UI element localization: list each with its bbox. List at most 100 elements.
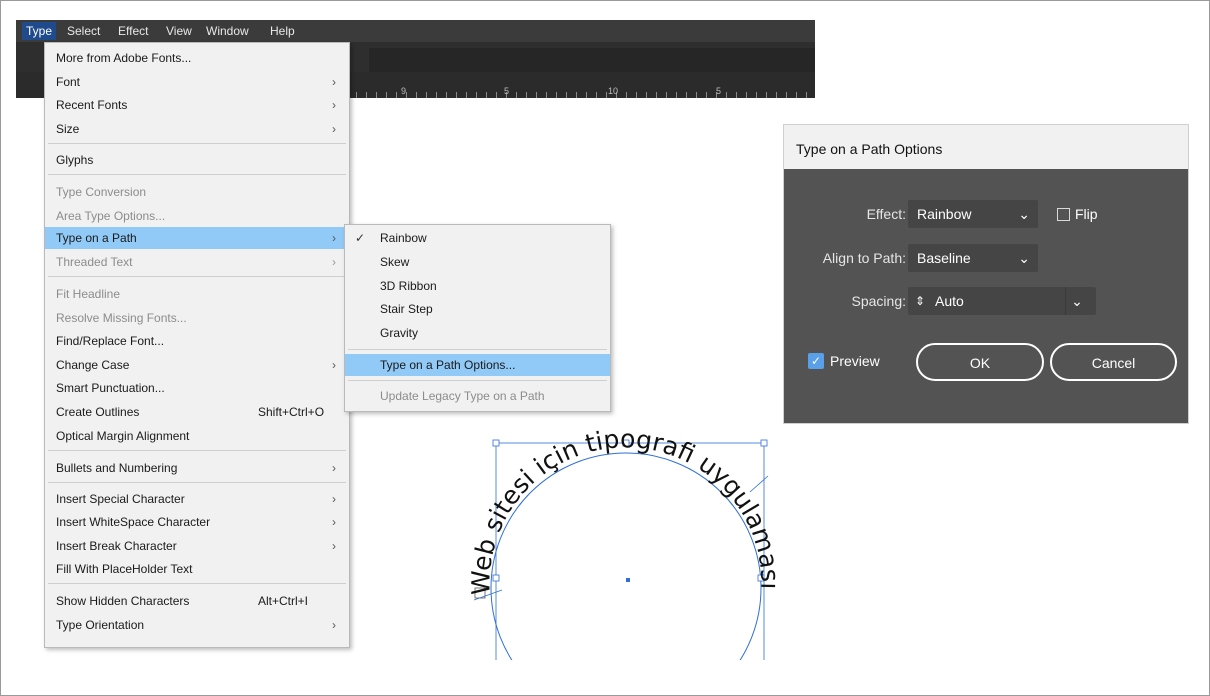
menu-view[interactable]: View	[166, 24, 192, 38]
submenu-item-label: Rainbow	[380, 231, 427, 245]
menu-item-label: Font	[56, 75, 81, 89]
menu-item-label: Smart Punctuation...	[56, 381, 165, 395]
menu-type[interactable]: Type	[22, 22, 57, 40]
menu-separator	[348, 380, 607, 381]
effect-value: Rainbow	[917, 206, 972, 222]
menu-item-size[interactable]: Size ›	[45, 118, 349, 140]
menu-item-insert-break-character[interactable]: Insert Break Character ›	[45, 535, 349, 557]
menu-separator	[348, 349, 607, 350]
spacing-value: Auto	[935, 293, 964, 309]
submenu-item-stair-step[interactable]: Stair Step	[345, 298, 610, 320]
submenu-item-gravity[interactable]: Gravity	[345, 322, 610, 344]
chevron-right-icon: ›	[332, 461, 336, 475]
menu-item-label: Size	[56, 122, 80, 136]
chevron-right-icon: ›	[332, 231, 336, 245]
stepper-icon[interactable]: ⇕	[915, 287, 925, 315]
ruler-ticks	[356, 92, 815, 98]
dialog-title: Type on a Path Options	[796, 141, 943, 157]
menu-item-recent-fonts[interactable]: Recent Fonts ›	[45, 94, 349, 116]
menu-window[interactable]: Window	[206, 24, 249, 38]
menu-item-bullets-and-numbering[interactable]: Bullets and Numbering ›	[45, 457, 349, 479]
type-on-a-path-submenu: ✓ Rainbow Skew 3D Ribbon Stair Step Gravi…	[344, 224, 611, 412]
selection-handle[interactable]	[492, 439, 500, 447]
menu-item-smart-punctuation[interactable]: Smart Punctuation...	[45, 377, 349, 399]
chevron-right-icon: ›	[332, 492, 336, 506]
menu-item-glyphs[interactable]: Glyphs	[45, 149, 349, 171]
dialog-body: Effect: Rainbow ⌄ Flip Align to Path: Ba…	[784, 169, 1188, 423]
spacing-label: Spacing:	[851, 293, 906, 309]
menu-item-type-on-a-path[interactable]: Type on a Path ›	[45, 227, 349, 249]
submenu-item-skew[interactable]: Skew	[345, 251, 610, 273]
menu-item-label: Insert Special Character	[56, 492, 185, 506]
menu-item-label: Fill With PlaceHolder Text	[56, 562, 193, 576]
chevron-right-icon: ›	[332, 122, 336, 136]
menu-item-label: Show Hidden Characters	[56, 594, 190, 608]
path-text[interactable]: Web sitesi için tipografi uygulaması	[466, 424, 784, 595]
chevron-down-icon[interactable]: ⌄	[1065, 287, 1088, 315]
menu-item-label: Fit Headline	[56, 287, 121, 301]
menu-select[interactable]: Select	[67, 24, 100, 38]
check-icon: ✓	[810, 354, 822, 368]
menu-item-label: Type Conversion	[56, 185, 147, 199]
menu-help[interactable]: Help	[270, 24, 295, 38]
submenu-item-3d-ribbon[interactable]: 3D Ribbon	[345, 275, 610, 297]
menu-item-show-hidden-characters[interactable]: Show Hidden Characters Alt+Ctrl+I	[45, 590, 349, 612]
ok-button[interactable]: OK	[916, 343, 1044, 381]
submenu-item-update-legacy-type-on-a-path: Update Legacy Type on a Path	[345, 385, 610, 407]
menu-item-resolve-missing-fonts: Resolve Missing Fonts...	[45, 307, 349, 329]
chevron-right-icon: ›	[332, 255, 336, 269]
menu-separator	[48, 450, 346, 451]
submenu-item-rainbow[interactable]: ✓ Rainbow	[345, 227, 610, 249]
menu-item-fill-with-placeholder-text[interactable]: Fill With PlaceHolder Text	[45, 558, 349, 580]
align-to-path-value: Baseline	[917, 250, 971, 266]
menu-item-font[interactable]: Font ›	[45, 71, 349, 93]
menu-item-find-replace-font[interactable]: Find/Replace Font...	[45, 330, 349, 352]
submenu-item-label: Update Legacy Type on a Path	[380, 389, 545, 403]
cancel-button[interactable]: Cancel	[1050, 343, 1177, 381]
menu-item-threaded-text: Threaded Text ›	[45, 251, 349, 273]
ruler-label: 9	[401, 86, 407, 96]
type-on-path-artwork[interactable]: Web sitesi için tipografi uygulaması	[460, 420, 800, 660]
menu-item-label: Glyphs	[56, 153, 94, 167]
type-menu: More from Adobe Fonts... Font › Recent Fo…	[44, 42, 350, 648]
ruler-label: 5	[504, 86, 510, 96]
menu-effect[interactable]: Effect	[118, 24, 148, 38]
chevron-right-icon: ›	[332, 618, 336, 632]
preview-checkbox[interactable]: ✓	[808, 353, 824, 369]
menu-item-label: Threaded Text	[56, 255, 133, 269]
document-tab[interactable]	[369, 48, 815, 72]
submenu-item-label: Gravity	[380, 326, 419, 340]
chevron-right-icon: ›	[332, 75, 336, 89]
menu-item-insert-special-character[interactable]: Insert Special Character ›	[45, 488, 349, 510]
submenu-item-label: Skew	[380, 255, 410, 269]
menu-item-change-case[interactable]: Change Case ›	[45, 354, 349, 376]
menu-separator	[48, 583, 346, 584]
spacing-combobox[interactable]: ⇕ Auto ⌄	[908, 287, 1096, 315]
menu-item-label: More from Adobe Fonts...	[56, 51, 192, 65]
menu-item-label: Find/Replace Font...	[56, 334, 165, 348]
effect-dropdown[interactable]: Rainbow ⌄	[908, 200, 1038, 228]
path-text-content: Web sitesi için tipografi uygulaması	[466, 424, 784, 595]
menu-item-label: Type on a Path	[56, 231, 137, 245]
menu-item-type-orientation[interactable]: Type Orientation ›	[45, 614, 349, 636]
menu-item-label: Change Case	[56, 358, 130, 372]
menu-item-label: Resolve Missing Fonts...	[56, 311, 187, 325]
menu-item-type-conversion: Type Conversion	[45, 181, 349, 203]
chevron-down-icon: ⌄	[1018, 250, 1030, 266]
ruler-label: 5	[716, 86, 722, 96]
submenu-item-type-on-a-path-options[interactable]: Type on a Path Options...	[345, 354, 610, 376]
menu-item-label: Create Outlines	[56, 405, 140, 419]
menu-item-area-type-options: Area Type Options...	[45, 205, 349, 227]
menu-item-more-from-adobe-fonts[interactable]: More from Adobe Fonts...	[45, 47, 349, 69]
menu-separator	[48, 174, 346, 175]
menu-item-insert-whitespace-character[interactable]: Insert WhiteSpace Character ›	[45, 511, 349, 533]
align-to-path-dropdown[interactable]: Baseline ⌄	[908, 244, 1038, 272]
align-to-path-label: Align to Path:	[822, 250, 906, 266]
menu-item-optical-margin-alignment[interactable]: Optical Margin Alignment	[45, 425, 349, 447]
check-icon: ✓	[355, 231, 366, 245]
selection-handle[interactable]	[760, 439, 768, 447]
center-point	[626, 578, 630, 582]
flip-checkbox[interactable]	[1057, 208, 1070, 221]
menu-separator	[48, 143, 346, 144]
menu-item-create-outlines[interactable]: Create Outlines Shift+Ctrl+O	[45, 401, 349, 423]
